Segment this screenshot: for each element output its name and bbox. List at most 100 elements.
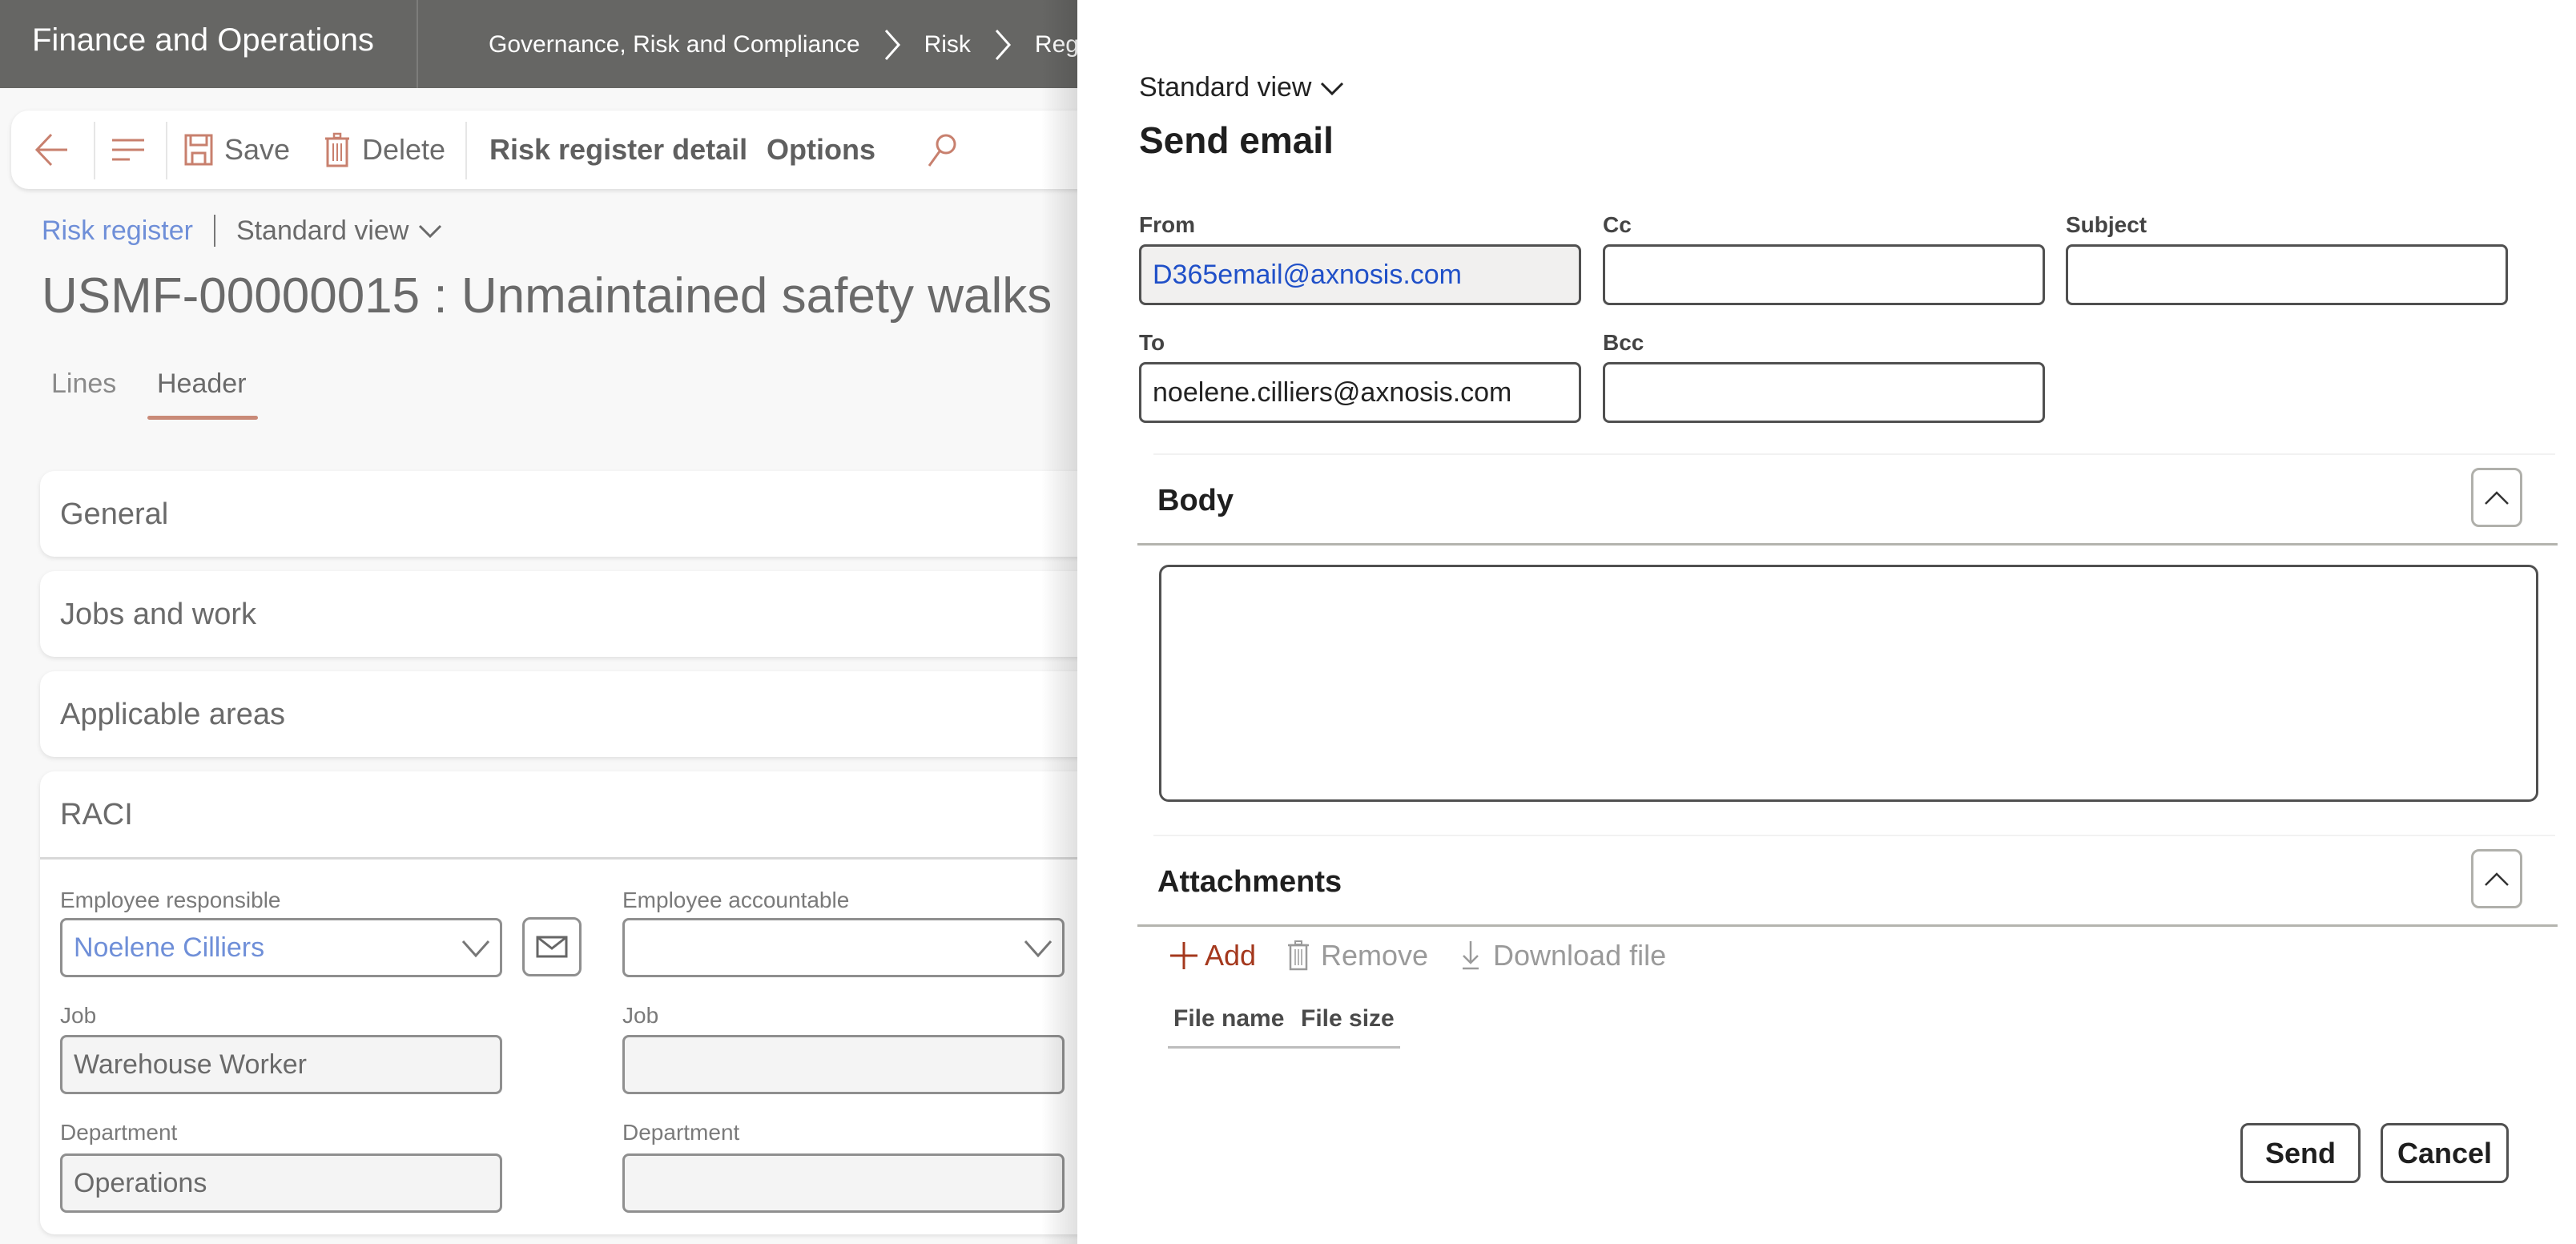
job-responsible-value: Warehouse Worker	[74, 1049, 307, 1080]
lines-menu-icon	[112, 139, 144, 161]
department-label: Department	[622, 1120, 740, 1145]
department-responsible-field: Operations	[60, 1153, 502, 1213]
job-label: Job	[622, 1003, 659, 1028]
to-field[interactable]: noelene.cilliers@axnosis.com	[1139, 362, 1581, 423]
add-label: Add	[1205, 939, 1257, 972]
section-jobs-and-work[interactable]: Jobs and work	[40, 571, 1077, 657]
add-attachment-button[interactable]: Add	[1169, 939, 1256, 972]
menu-button[interactable]	[111, 111, 146, 189]
column-header-file-name[interactable]: File name	[1173, 1005, 1284, 1033]
department-responsible-value: Operations	[74, 1167, 207, 1198]
bcc-label: Bcc	[1603, 330, 1644, 355]
risk-register-detail-button[interactable]: Risk register detail	[489, 111, 747, 189]
toolbar-divider	[465, 122, 467, 179]
main-page: Finance and Operations Governance, Risk …	[0, 0, 1077, 1244]
plus-icon	[1170, 942, 1197, 969]
section-title: General	[60, 497, 169, 531]
tab-header[interactable]: Header	[157, 368, 247, 400]
envelope-icon	[536, 936, 568, 958]
dialog-view-selector-label: Standard view	[1139, 72, 1312, 103]
job-accountable-field	[622, 1035, 1065, 1094]
section-header-underline	[1137, 543, 2558, 546]
trash-icon	[1288, 940, 1309, 971]
section-divider	[1153, 453, 2555, 455]
cc-field[interactable]	[1603, 244, 2045, 305]
search-button[interactable]	[926, 111, 958, 189]
section-divider	[1153, 835, 2555, 836]
send-email-button[interactable]	[522, 917, 582, 976]
employee-responsible-field[interactable]: Noelene Cilliers	[60, 918, 502, 977]
download-icon	[1463, 941, 1479, 970]
nav-divider	[213, 215, 215, 247]
page-title: USMF-00000015 : Unmaintained safety walk…	[42, 268, 1053, 324]
section-title: Jobs and work	[60, 598, 257, 631]
delete-button[interactable]: Delete	[324, 111, 445, 189]
to-value: noelene.cilliers@axnosis.com	[1153, 376, 1512, 408]
bcc-field[interactable]	[1603, 362, 2045, 423]
app-title[interactable]: Finance and Operations	[32, 22, 374, 58]
body-section-title[interactable]: Body	[1157, 484, 1234, 518]
subject-label: Subject	[2066, 212, 2147, 237]
page-nav: Risk register Standard view	[42, 215, 444, 247]
download-file-button[interactable]: Download file	[1459, 939, 1666, 972]
save-button[interactable]: Save	[184, 111, 290, 189]
delete-label: Delete	[362, 133, 446, 166]
send-email-dialog: Standard view Send email From D365email@…	[1077, 0, 2576, 1244]
save-icon	[184, 134, 213, 166]
section-general[interactable]: General	[40, 471, 1077, 557]
topbar-divider	[417, 0, 418, 88]
body-collapse-button[interactable]	[2471, 468, 2522, 527]
attachments-collapse-button[interactable]	[2471, 849, 2522, 908]
dialog-view-selector[interactable]: Standard view	[1139, 72, 1345, 103]
dialog-title: Send email	[1139, 119, 1334, 161]
remove-attachment-button[interactable]: Remove	[1287, 939, 1428, 972]
chevron-down-icon	[419, 224, 442, 239]
section-title: Applicable areas	[60, 698, 285, 731]
chevron-down-icon[interactable]	[460, 936, 492, 960]
active-tab-indicator	[147, 416, 258, 420]
toolbar-divider	[166, 122, 167, 179]
chevron-down-icon	[1321, 82, 1344, 95]
back-arrow-icon	[34, 133, 67, 167]
section-header-underline	[1137, 924, 2558, 927]
view-selector[interactable]: Standard view	[236, 215, 444, 247]
from-field[interactable]: D365email@axnosis.com	[1139, 244, 1581, 305]
risk-register-link[interactable]: Risk register	[42, 215, 193, 247]
attachments-section-title[interactable]: Attachments	[1157, 865, 1342, 900]
send-button[interactable]: Send	[2240, 1123, 2361, 1183]
cancel-button[interactable]: Cancel	[2381, 1123, 2509, 1183]
section-divider	[40, 857, 1077, 860]
job-label: Job	[60, 1003, 97, 1028]
department-label: Department	[60, 1120, 178, 1145]
employee-accountable-field[interactable]	[622, 918, 1065, 977]
from-value: D365email@axnosis.com	[1153, 259, 1463, 290]
section-title[interactable]: RACI	[60, 798, 133, 832]
options-button[interactable]: Options	[767, 111, 875, 189]
back-button[interactable]	[34, 111, 70, 189]
remove-label: Remove	[1321, 939, 1429, 972]
from-label: From	[1139, 212, 1195, 237]
section-applicable-areas[interactable]: Applicable areas	[40, 671, 1077, 757]
chevron-right-icon	[884, 30, 900, 60]
tab-lines[interactable]: Lines	[51, 368, 116, 400]
breadcrumb-item-grc[interactable]: Governance, Risk and Compliance	[489, 31, 860, 58]
top-nav-bar: Finance and Operations Governance, Risk …	[0, 0, 1077, 88]
chevron-up-icon	[2485, 872, 2509, 886]
cc-label: Cc	[1603, 212, 1632, 237]
grid-header-underline	[1168, 1046, 1400, 1049]
subject-field[interactable]	[2066, 244, 2508, 305]
breadcrumb: Governance, Risk and Compliance Risk Reg…	[489, 27, 1077, 62]
column-header-file-size[interactable]: File size	[1301, 1005, 1395, 1033]
save-label: Save	[224, 133, 291, 166]
breadcrumb-item-risk[interactable]: Risk	[924, 31, 971, 58]
job-responsible-field: Warehouse Worker	[60, 1035, 502, 1094]
chevron-up-icon	[2485, 491, 2509, 505]
search-icon	[928, 134, 956, 167]
body-textarea[interactable]	[1159, 565, 2538, 802]
chevron-right-icon	[995, 30, 1011, 60]
trash-icon	[325, 132, 349, 167]
employee-accountable-label: Employee accountable	[622, 888, 850, 912]
employee-responsible-label: Employee responsible	[60, 888, 281, 912]
toolbar-divider	[94, 122, 95, 179]
view-selector-label: Standard view	[235, 215, 409, 246]
